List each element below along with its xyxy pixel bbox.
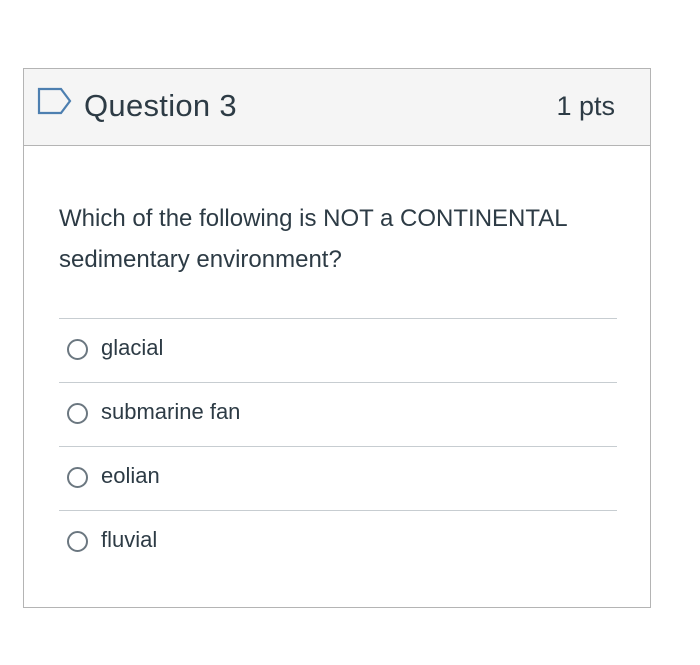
answer-list: glacial submarine fan eolian fluvial <box>59 318 617 574</box>
question-text: Which of the following is NOT a CONTINEN… <box>59 205 567 273</box>
answer-option-fluvial[interactable]: fluvial <box>59 510 617 574</box>
radio-button[interactable] <box>67 467 88 488</box>
question-title: Question 3 <box>84 88 237 123</box>
radio-button[interactable] <box>67 531 88 552</box>
answer-option-eolian[interactable]: eolian <box>59 446 617 510</box>
answer-label: eolian <box>101 463 160 488</box>
question-header: Question 3 1 pts <box>24 69 650 146</box>
question-points: 1 pts <box>556 91 615 121</box>
answer-label: submarine fan <box>101 399 241 424</box>
flag-icon[interactable] <box>36 85 74 117</box>
answer-option-glacial[interactable]: glacial <box>59 318 617 382</box>
radio-button[interactable] <box>67 403 88 424</box>
answer-label: fluvial <box>101 527 158 552</box>
answer-option-submarine-fan[interactable]: submarine fan <box>59 382 617 446</box>
radio-button[interactable] <box>67 339 88 360</box>
answer-label: glacial <box>101 335 164 360</box>
question-card: Question 3 1 pts Which of the following … <box>23 68 651 608</box>
